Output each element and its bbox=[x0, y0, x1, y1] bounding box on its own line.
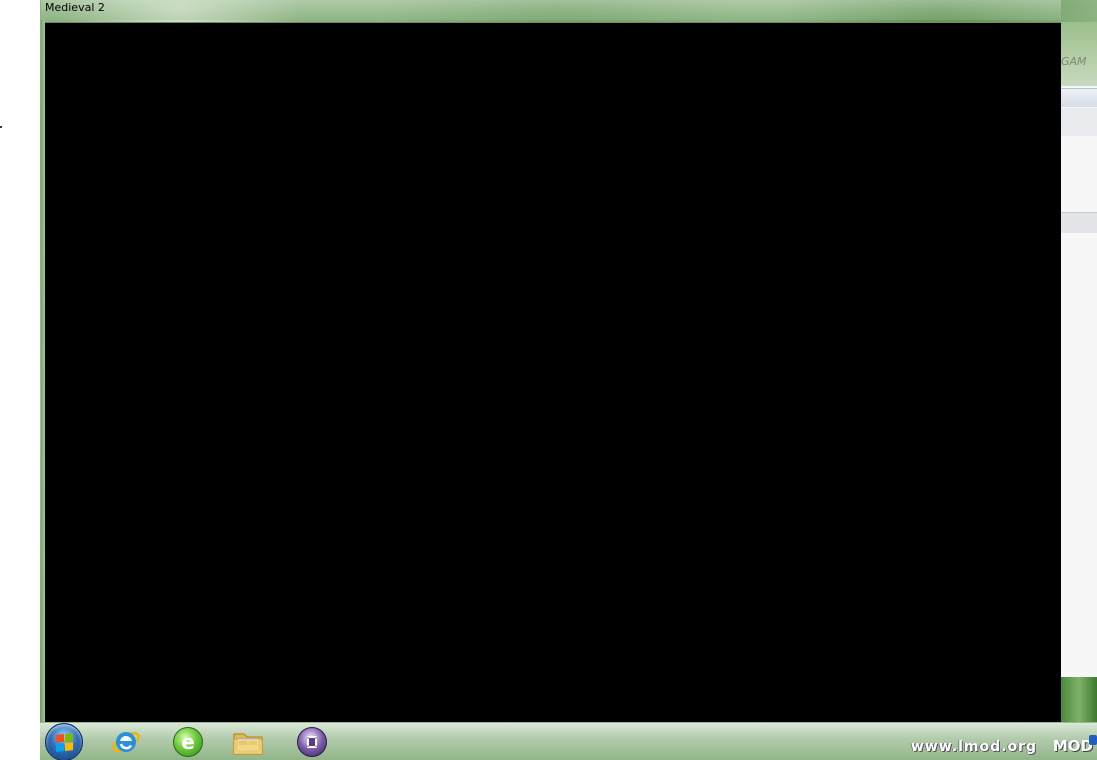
windows-logo-icon bbox=[55, 732, 73, 752]
start-button[interactable] bbox=[44, 723, 84, 760]
start-orb bbox=[45, 723, 83, 760]
background-window-image bbox=[1061, 677, 1097, 722]
game-client-area[interactable] bbox=[45, 22, 1061, 722]
background-window-header: GAM bbox=[1061, 22, 1097, 86]
internet-explorer-icon bbox=[112, 732, 140, 752]
background-browser-window[interactable]: GAM bbox=[1061, 22, 1097, 722]
window-title: Medieval 2 bbox=[45, 1, 105, 14]
taskbar-item-file-explorer[interactable] bbox=[228, 725, 268, 759]
taskbar: e www.lmod.org MOD bbox=[40, 722, 1097, 760]
screen: GAM Medieval 2 e www.lmod.org MOD bbox=[0, 0, 1097, 760]
background-window-toolbar bbox=[1061, 88, 1097, 107]
green-e-browser-icon: e bbox=[173, 727, 203, 757]
game-window[interactable]: Medieval 2 bbox=[41, 0, 1061, 722]
background-window-navbar bbox=[1061, 108, 1097, 136]
media-player-icon bbox=[297, 727, 327, 757]
taskbar-item-browser-360[interactable]: e bbox=[168, 725, 208, 759]
film-reel-icon bbox=[307, 736, 317, 748]
tray-help-icon[interactable] bbox=[1089, 735, 1097, 745]
background-window-divider bbox=[1061, 212, 1097, 233]
stray-pixel bbox=[0, 126, 2, 128]
mod-watermark: MOD bbox=[1052, 737, 1093, 755]
game-window-title-bar[interactable]: Medieval 2 bbox=[41, 0, 1061, 20]
folder-icon bbox=[233, 733, 263, 755]
background-window-header-text: GAM bbox=[1061, 55, 1087, 68]
taskbar-item-internet-explorer[interactable] bbox=[106, 725, 146, 759]
site-watermark: www.lmod.org bbox=[910, 739, 1037, 755]
taskbar-item-media-player[interactable] bbox=[292, 725, 332, 759]
